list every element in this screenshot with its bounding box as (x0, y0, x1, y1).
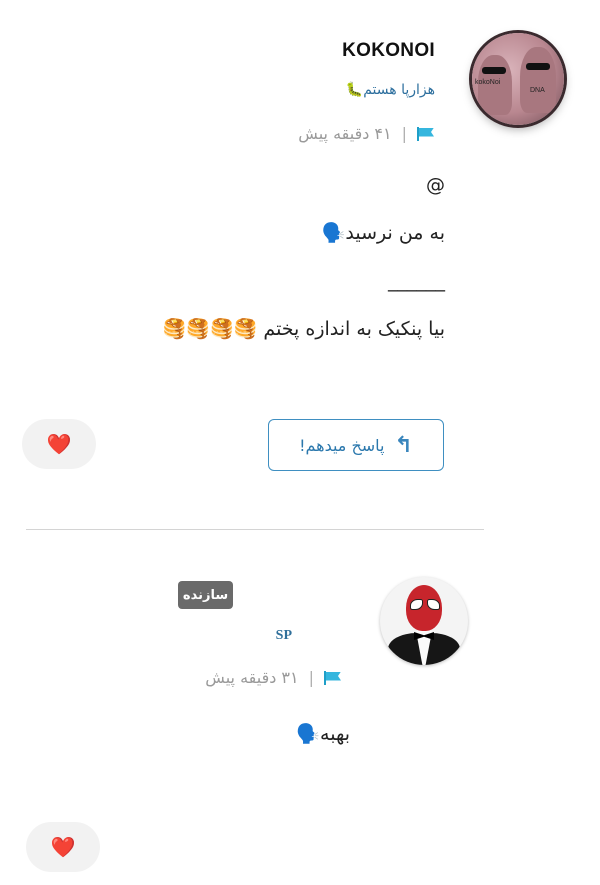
comment-body: بهبه🗣️ (296, 723, 350, 745)
comment-divider (26, 529, 484, 530)
like-button[interactable]: ❤️ (26, 822, 100, 872)
meta-separator: | (401, 124, 407, 143)
reply-button[interactable]: ↰ پاسخ میدهم! (268, 419, 444, 471)
username[interactable]: KOKONOI (342, 40, 435, 62)
avatar[interactable]: kokoNoi DNA (472, 33, 564, 125)
avatar[interactable] (380, 577, 468, 665)
comment-body: @ به من نرسید🗣️ ______ بیا پنکیک به اندا… (25, 176, 445, 368)
flag-icon[interactable] (417, 126, 435, 141)
timestamp: ۳۱ دقیقه پیش (205, 668, 299, 687)
flag-icon[interactable] (324, 670, 342, 685)
comment-meta: | ۳۱ دقیقه پیش (205, 668, 342, 687)
comment-line: به من نرسید🗣️ (321, 222, 445, 244)
comment-line: بیا پنکیک به اندازه پختم 🥞🥞🥞🥞 (162, 318, 445, 340)
comment-line: @ (426, 174, 445, 196)
meta-separator: | (308, 668, 314, 687)
heart-icon: ❤️ (50, 835, 76, 859)
avatar-figure-right (520, 47, 556, 113)
username[interactable]: SP (276, 628, 292, 644)
user-bio: هزارپا هستم🐛 (345, 82, 435, 98)
avatar-tag: kokoNoi (475, 79, 501, 86)
avatar-tag: DNA (530, 87, 545, 94)
mask-eye (427, 599, 440, 610)
comment-line: ______ (388, 270, 445, 292)
heart-icon: ❤️ (46, 432, 72, 456)
reply-label: پاسخ میدهم! (299, 435, 385, 455)
timestamp: ۴۱ دقیقه پیش (298, 124, 392, 143)
sunglasses-icon (526, 63, 550, 70)
sunglasses-icon (482, 67, 506, 74)
comment-meta: | ۴۱ دقیقه پیش (298, 124, 435, 143)
creator-badge: سازنده (178, 581, 233, 609)
reply-arrow-icon: ↰ (394, 432, 413, 458)
like-button[interactable]: ❤️ (22, 419, 96, 469)
